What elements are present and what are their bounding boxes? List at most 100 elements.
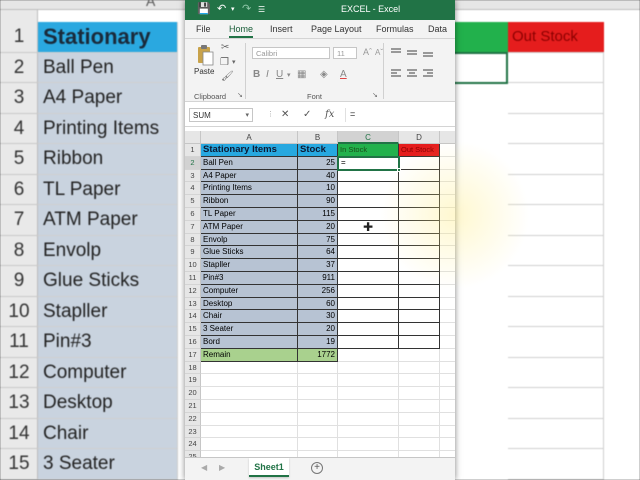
row-header[interactable]: 21 <box>185 400 201 413</box>
empty-cell[interactable] <box>338 387 399 400</box>
item-cell[interactable]: Desktop <box>201 297 298 311</box>
empty-cell[interactable] <box>440 272 455 285</box>
stock-cell[interactable]: 10 <box>298 182 338 196</box>
empty-cell[interactable] <box>440 336 455 349</box>
empty-cell[interactable] <box>440 195 455 208</box>
empty-cell[interactable] <box>201 438 298 452</box>
empty-cell[interactable] <box>440 387 455 400</box>
stock-cell[interactable]: 911 <box>298 272 338 285</box>
in-stock-cell[interactable] <box>338 259 399 272</box>
remain-total[interactable]: 1772 <box>298 348 338 362</box>
empty-cell[interactable] <box>440 426 455 439</box>
column-header-e[interactable] <box>440 131 455 144</box>
stock-cell[interactable]: 115 <box>298 208 338 221</box>
in-stock-cell[interactable] <box>338 272 399 285</box>
empty-cell[interactable] <box>298 425 338 439</box>
out-stock-cell[interactable] <box>399 220 440 234</box>
empty-cell[interactable] <box>440 374 455 388</box>
item-cell[interactable]: Printing Items <box>201 182 298 196</box>
item-cell[interactable]: Computer <box>201 284 298 298</box>
empty-cell[interactable] <box>399 438 440 452</box>
add-sheet-icon[interactable]: + <box>311 462 323 474</box>
row-header[interactable]: 2 <box>185 156 201 170</box>
out-stock-cell[interactable] <box>399 297 440 311</box>
item-cell[interactable]: Envolp <box>201 233 298 247</box>
out-stock-cell[interactable] <box>399 284 440 298</box>
align-left-icon[interactable] <box>391 69 401 77</box>
in-stock-cell[interactable] <box>338 182 399 196</box>
sheet-tab-sheet1[interactable]: Sheet1 <box>249 458 289 477</box>
empty-cell[interactable] <box>440 170 455 183</box>
in-stock-cell[interactable] <box>338 195 399 208</box>
paste-button[interactable]: Paste <box>194 67 214 76</box>
empty-cell[interactable] <box>399 374 440 388</box>
row-header[interactable]: 15 <box>185 323 201 336</box>
row-header[interactable]: 22 <box>185 412 201 426</box>
empty-cell[interactable] <box>201 400 298 413</box>
copy-dropdown-icon[interactable]: ▾ <box>232 58 236 66</box>
in-stock-cell[interactable] <box>338 233 399 247</box>
in-stock-cell[interactable] <box>338 297 399 311</box>
empty-cell[interactable] <box>201 387 298 400</box>
undo-icon[interactable]: ↶ <box>217 2 226 15</box>
row-header[interactable]: 24 <box>185 438 201 452</box>
row-header[interactable]: 5 <box>185 195 201 208</box>
empty-cell[interactable] <box>298 374 338 388</box>
empty-cell[interactable] <box>440 221 455 234</box>
empty-cell[interactable] <box>399 387 440 400</box>
row-header[interactable]: 19 <box>185 374 201 388</box>
stock-cell[interactable]: 60 <box>298 297 338 311</box>
stock-cell[interactable]: 37 <box>298 259 338 272</box>
item-cell[interactable]: TL Paper <box>201 208 298 221</box>
tab-data[interactable]: Data <box>428 24 447 34</box>
increase-font-icon[interactable]: Aˆ <box>363 47 372 57</box>
row-header[interactable]: 18 <box>185 361 201 375</box>
item-cell[interactable]: A4 Paper <box>201 169 298 183</box>
column-header-b[interactable]: B <box>298 131 338 144</box>
align-right-icon[interactable] <box>423 69 433 77</box>
stock-cell[interactable]: 75 <box>298 233 338 247</box>
empty-cell[interactable] <box>298 412 338 426</box>
item-cell[interactable]: Ribbon <box>201 195 298 208</box>
in-stock-cell[interactable] <box>338 284 399 298</box>
row-header[interactable]: 10 <box>185 259 201 272</box>
empty-cell[interactable] <box>440 400 455 413</box>
paste-icon[interactable] <box>196 44 214 66</box>
row-header[interactable]: 12 <box>185 284 201 298</box>
row-header[interactable]: 4 <box>185 182 201 196</box>
cut-icon[interactable]: ✂ <box>221 42 229 53</box>
align-bottom-icon[interactable] <box>423 48 433 57</box>
tab-home[interactable]: Home <box>229 24 254 38</box>
empty-cell[interactable] <box>440 323 455 336</box>
cancel-icon[interactable]: ✕ <box>281 109 289 120</box>
in-stock-cell[interactable] <box>338 336 399 349</box>
italic-icon[interactable]: I <box>266 69 269 80</box>
item-cell[interactable]: Stapller <box>201 259 298 272</box>
column-header-d[interactable]: D <box>399 131 440 144</box>
empty-cell[interactable] <box>201 361 298 375</box>
out-stock-cell[interactable] <box>399 259 440 272</box>
out-stock-cell[interactable] <box>399 208 440 221</box>
out-stock-cell[interactable] <box>399 233 440 247</box>
stock-cell[interactable]: 64 <box>298 246 338 260</box>
item-cell[interactable]: Bord <box>201 336 298 349</box>
empty-cell[interactable] <box>440 310 455 324</box>
item-cell[interactable]: 3 Seater <box>201 323 298 336</box>
font-color-icon[interactable]: A <box>340 69 347 80</box>
empty-cell[interactable] <box>399 361 440 375</box>
font-launcher-icon[interactable]: ↘ <box>372 91 378 99</box>
empty-cell[interactable] <box>440 438 455 452</box>
row-header[interactable]: 14 <box>185 310 201 324</box>
row-header[interactable]: 16 <box>185 336 201 349</box>
empty-cell[interactable] <box>440 208 455 221</box>
empty-cell[interactable] <box>298 438 338 452</box>
tab-file[interactable]: File <box>196 24 211 34</box>
font-size-box[interactable]: 11 <box>333 47 357 59</box>
row-header[interactable]: 1 <box>185 144 201 157</box>
formula-input[interactable]: = <box>345 108 453 122</box>
row-header[interactable]: 20 <box>185 387 201 400</box>
empty-cell[interactable] <box>440 144 455 157</box>
item-cell[interactable]: Glue Sticks <box>201 246 298 260</box>
row-header[interactable]: 13 <box>185 297 201 311</box>
remain-label[interactable]: Remain <box>201 348 298 362</box>
